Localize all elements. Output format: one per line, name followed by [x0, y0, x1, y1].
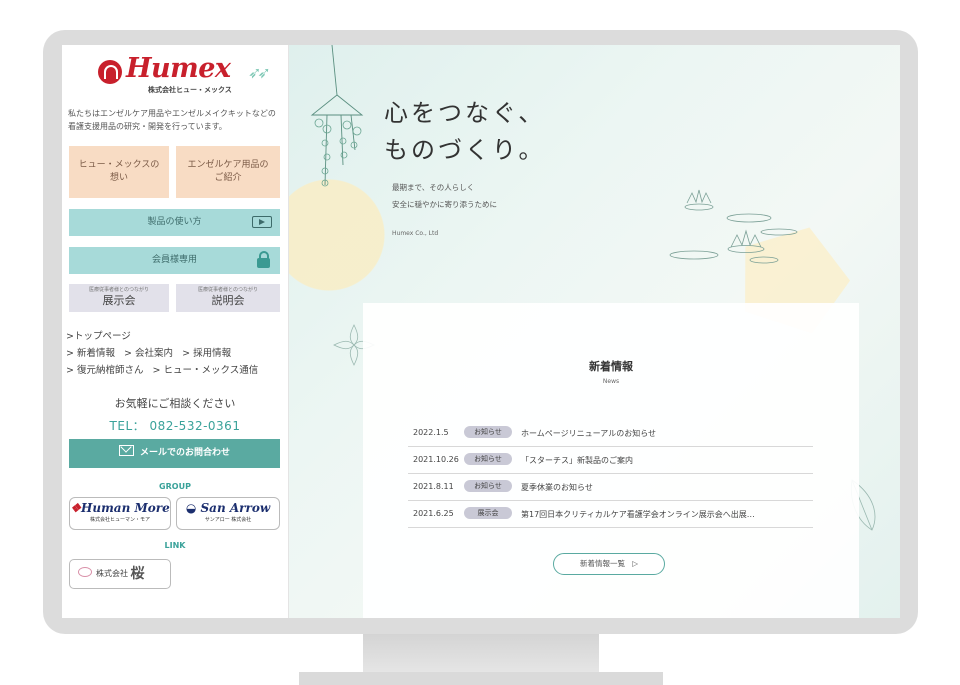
howto-button[interactable]: 製品の使い方: [69, 209, 280, 236]
news-title: 夏季休業のお知らせ: [521, 483, 593, 492]
san-arrow-logo-icon: ◒: [185, 501, 197, 515]
san-arrow-name: San Arrow: [200, 501, 271, 515]
mail-contact-label: メールでのお問合わせ: [139, 448, 230, 458]
arrow-right-icon: ▷: [632, 559, 638, 568]
mail-contact-button[interactable]: メールでのお問合わせ: [69, 439, 280, 468]
consult-text: お気軽にご相談ください: [114, 397, 236, 410]
hero-subtitle-line2: 安全に穏やかに寄り添うために: [392, 200, 497, 209]
logo-name: Humex: [126, 53, 231, 84]
news-row[interactable]: 2021.8.11 お知らせ 夏季休業のお知らせ: [408, 474, 813, 501]
play-icon: [252, 216, 272, 228]
hanging-plant-icon: [310, 45, 364, 187]
envelope-icon: [118, 445, 134, 456]
products-button[interactable]: エンゼルケア用品の ご紹介: [176, 146, 280, 198]
human-more-sub: 株式会社ヒューマン・モア: [89, 517, 150, 523]
news-date: 2022.1.5: [413, 428, 449, 437]
sidebar: Humex 株式会社ヒュー・メックス ➶➶ 私たちはエンゼルケア用品やエンゼルメ…: [62, 45, 289, 618]
hero-title-line1: 心をつなぐ、: [384, 99, 546, 127]
nav-link-mortician[interactable]: > 復元納棺師さん: [66, 365, 143, 376]
news-row[interactable]: 2021.6.25 展示会 第17回日本クリティカルケア看護学会オンライン展示会…: [408, 501, 813, 528]
main-hero: 心をつなぐ、 ものづくり。 最期まで、その人らしく 安全に穏やかに寄り添うために…: [289, 45, 900, 618]
products-button-line1: エンゼルケア用品の: [187, 160, 269, 170]
news-date: 2021.10.26: [413, 455, 459, 464]
products-button-line2: ご紹介: [214, 173, 242, 183]
briefing-button[interactable]: 医療従事者様とのつながり 説明会: [176, 284, 280, 312]
hero-title: 心をつなぐ、 ものづくり。: [384, 95, 546, 169]
lock-icon: [257, 251, 270, 268]
humex-logo-mark-icon: [98, 60, 122, 84]
human-more-link[interactable]: ❖Human More 株式会社ヒューマン・モア: [69, 497, 171, 530]
lotus-flower-icon: [669, 189, 798, 264]
news-row[interactable]: 2021.10.26 お知らせ 「スターチス」新製品のご案内: [408, 447, 813, 474]
hero-title-line2: ものづくり。: [384, 136, 546, 164]
news-date: 2021.6.25: [413, 509, 454, 518]
sidebar-nav: >トップページ > 新着情報 > 会社案内 > 採用情報 > 復元納棺師さん >…: [66, 328, 288, 379]
nav-link-recruit[interactable]: > 採用情報: [182, 348, 231, 359]
news-title: 「スターチス」新製品のご案内: [521, 456, 633, 465]
birds-icon: ➶➶: [248, 63, 271, 82]
nav-link-news[interactable]: > 新着情報: [66, 348, 115, 359]
news-list-button-label: 新着情報一覧: [580, 559, 626, 568]
hero-subtitle-line1: 最期まで、その人らしく: [392, 183, 475, 192]
san-arrow-link[interactable]: ◒ San Arrow サンアロー 株式会社: [176, 497, 280, 530]
news-list-button[interactable]: 新着情報一覧 ▷: [553, 553, 665, 575]
intro-text: 私たちはエンゼルケア用品やエンゼルメイクキットなどの看護支援用品の研究・開発を行…: [68, 109, 276, 131]
link-heading: LINK: [164, 541, 186, 550]
nav-link-newsletter[interactable]: > ヒュー・メックス通信: [153, 365, 259, 376]
howto-button-label: 製品の使い方: [147, 217, 202, 227]
thoughts-button-line1: ヒュー・メックスの: [78, 160, 160, 170]
news-panel: 新着情報 News 2022.1.5 お知らせ ホームページリニューアルのお知ら…: [363, 303, 859, 618]
humex-logo[interactable]: Humex 株式会社ヒュー・メックス ➶➶: [98, 53, 278, 97]
hero-company: Humex Co., Ltd: [392, 230, 439, 237]
sakura-link[interactable]: 株式会社 桜: [69, 559, 171, 589]
member-button[interactable]: 会員様専用: [69, 247, 280, 274]
exhibition-button[interactable]: 医療従事者様とのつながり 展示会: [69, 284, 169, 312]
briefing-button-label: 説明会: [211, 294, 245, 307]
human-more-logo-icon: ❖: [70, 501, 82, 515]
news-heading: 新着情報: [363, 351, 859, 377]
news-heading-en: News: [602, 378, 620, 385]
exhibition-button-label: 展示会: [102, 294, 136, 307]
news-tag: お知らせ: [464, 480, 512, 492]
nav-link-top[interactable]: >トップページ: [66, 331, 131, 342]
hero-subtitle: 最期まで、その人らしく 安全に穏やかに寄り添うために: [392, 179, 497, 213]
group-heading: GROUP: [159, 482, 191, 491]
news-title: 第17回日本クリティカルケア看護学会オンライン展示会へ出展…: [521, 510, 755, 519]
nav-link-company[interactable]: > 会社案内: [124, 348, 173, 359]
news-title: ホームページリニューアルのお知らせ: [521, 429, 657, 438]
exhibition-button-caption: 医療従事者様とのつながり: [89, 287, 149, 293]
news-tag: お知らせ: [464, 453, 512, 465]
monitor-neck: [363, 634, 599, 674]
monitor-screen: Humex 株式会社ヒュー・メックス ➶➶ 私たちはエンゼルケア用品やエンゼルメ…: [62, 45, 900, 618]
human-more-name: Human More: [81, 501, 170, 515]
member-button-label: 会員様専用: [151, 255, 197, 265]
news-date: 2021.8.11: [413, 482, 454, 491]
news-tag: お知らせ: [464, 426, 512, 438]
briefing-button-caption: 医療従事者様とのつながり: [198, 287, 258, 293]
thoughts-button-line2: 想い: [109, 173, 128, 183]
sakura-prefix: 株式会社: [96, 569, 128, 578]
monitor-base: [299, 672, 663, 685]
phone-number[interactable]: TEL： 082-532-0361: [62, 417, 288, 434]
news-row[interactable]: 2022.1.5 お知らせ ホームページリニューアルのお知らせ: [408, 420, 813, 447]
thoughts-button[interactable]: ヒュー・メックスの 想い: [69, 146, 169, 198]
san-arrow-sub: サンアロー 株式会社: [204, 517, 252, 523]
news-tag: 展示会: [464, 507, 512, 519]
logo-subtitle: 株式会社ヒュー・メックス: [148, 86, 232, 94]
sakura-logo-icon: [78, 567, 92, 577]
sakura-kanji: 桜: [130, 566, 145, 582]
